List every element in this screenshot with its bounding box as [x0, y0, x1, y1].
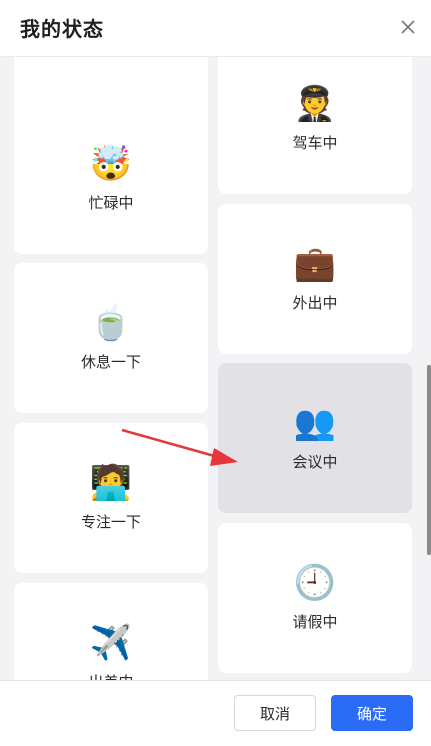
status-label-meeting: 会议中: [292, 453, 338, 471]
laptop-emoji-icon: 🧑‍💻: [89, 463, 133, 503]
status-label-busy: 忙碌中: [88, 194, 134, 212]
status-label-out: 外出中: [292, 294, 338, 312]
status-label-trip: 出差中: [14, 671, 208, 680]
briefcase-emoji-icon: 💼: [293, 244, 337, 284]
status-label-focus: 专注一下: [80, 513, 141, 531]
tea-emoji-icon: 🍵: [89, 303, 133, 343]
dialog-title: 我的状态: [20, 17, 104, 41]
busy-emoji-icon: 🤯: [89, 144, 133, 184]
status-card-busy[interactable]: 🤯 忙碌中: [14, 104, 208, 254]
scrollbar-thumb[interactable]: [427, 365, 431, 555]
airplane-emoji-icon: ✈️: [89, 623, 133, 663]
status-card-leave[interactable]: 🕘 请假中: [218, 523, 412, 673]
dialog-header: 我的状态: [0, 0, 431, 57]
status-card-rest[interactable]: 🍵 休息一下: [14, 263, 208, 413]
dialog-footer: 取消 确定: [0, 680, 431, 746]
status-label-driving: 驾车中: [292, 134, 338, 152]
clock-emoji-icon: 🕘: [293, 563, 337, 603]
close-icon[interactable]: [399, 18, 417, 36]
status-card-focus[interactable]: 🧑‍💻 专注一下: [14, 423, 208, 573]
status-card-trip[interactable]: ✈️ 出差中: [14, 583, 208, 680]
status-label-rest: 休息一下: [80, 353, 141, 371]
status-card-driving[interactable]: 🧑‍✈️ 驾车中: [218, 57, 412, 194]
status-card-out[interactable]: 💼 外出中: [218, 204, 412, 354]
driver-emoji-icon: 🧑‍✈️: [293, 84, 337, 124]
cancel-button[interactable]: 取消: [234, 695, 316, 731]
status-label-leave: 请假中: [292, 613, 338, 631]
confirm-button[interactable]: 确定: [331, 695, 413, 731]
status-card-meeting[interactable]: 👥 会议中: [218, 363, 412, 513]
meeting-emoji-icon: 👥: [293, 403, 337, 443]
status-grid[interactable]: 🤯 忙碌中 🍵 休息一下 🧑‍💻 专注一下 ✈️ 出差中 🧑‍✈️ 驾车中 💼 …: [0, 57, 431, 680]
